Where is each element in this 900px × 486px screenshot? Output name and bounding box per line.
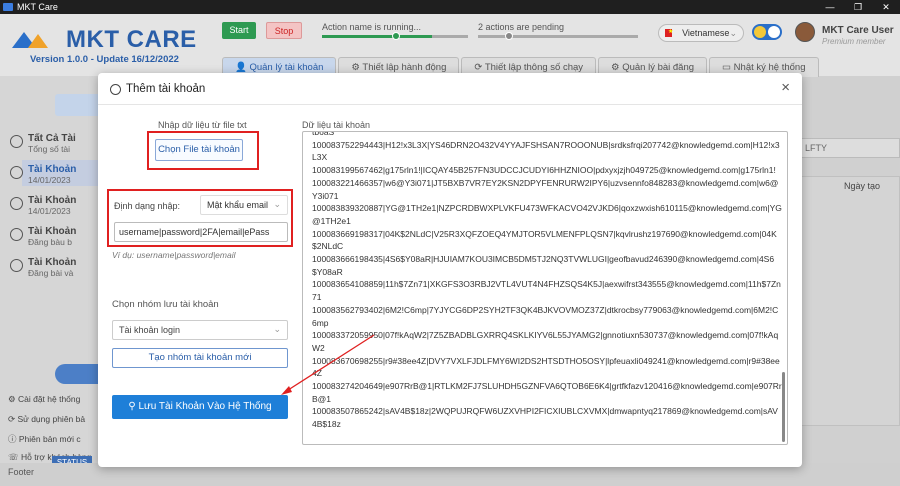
system-settings-link[interactable]: ⚙ Cài đặt hệ thống — [8, 394, 80, 405]
column-created-date: Ngày tạo — [844, 181, 881, 191]
group-select[interactable]: Tài khoản login ⌄ — [112, 320, 288, 340]
user-icon — [10, 135, 23, 148]
theme-toggle[interactable] — [752, 24, 782, 40]
user-circle-icon — [110, 83, 121, 95]
group-label: Chọn nhóm lưu tài khoản — [112, 299, 219, 310]
version-text: Version 1.0.0 - Update 16/12/2022 — [30, 54, 179, 65]
header: MKT CARE Version 1.0.0 - Update 16/12/20… — [0, 14, 900, 77]
format-input[interactable]: username|password|2FA|email|ePass — [114, 222, 288, 242]
avatar[interactable] — [795, 22, 815, 42]
format-select[interactable]: Mật khẩu email ⌄ — [200, 195, 288, 215]
sidebar-action-button[interactable] — [55, 364, 103, 384]
language-label: Vietnamese — [682, 28, 730, 38]
sidebar-item-account-1[interactable]: Tài Khoản 14/01/2023 — [10, 164, 100, 185]
logo-mark-icon — [12, 30, 62, 50]
user-icon — [10, 259, 23, 272]
minimize-icon[interactable]: — — [816, 2, 844, 13]
import-label: Nhập dữ liệu từ file txt — [158, 120, 247, 130]
user-role: Premium member — [822, 37, 886, 46]
create-group-button[interactable]: Tạo nhóm tài khoản mới — [112, 348, 288, 368]
vietnam-flag-icon — [665, 28, 673, 37]
close-window-icon[interactable]: ✕ — [872, 2, 900, 13]
app-icon — [3, 3, 13, 11]
add-account-dialog: Thêm tài khoản × Nhập dữ liệu từ file tx… — [98, 73, 802, 467]
action-progress — [322, 35, 432, 38]
close-icon[interactable]: × — [781, 79, 790, 96]
action-status: Action name is running... — [322, 22, 422, 32]
window-titlebar: MKT Care — ❐ ✕ — [0, 0, 900, 14]
dialog-title: Thêm tài khoản — [110, 83, 205, 95]
maximize-icon[interactable]: ❐ — [844, 2, 872, 13]
format-label: Định dạng nhập: — [114, 201, 181, 211]
scrollbar[interactable] — [782, 372, 785, 442]
chevron-down-icon: ⌄ — [273, 324, 281, 334]
action-progress-knob — [392, 32, 400, 40]
start-button[interactable]: Start — [222, 22, 256, 39]
logo-text: MKT CARE — [66, 26, 197, 53]
data-label: Dữ liệu tài khoản — [302, 120, 371, 130]
save-accounts-button[interactable]: ⚲ Lưu Tài Khoản Vào Hệ Thống — [112, 395, 288, 419]
format-hint: Ví dụ: username|password|email — [112, 250, 236, 260]
stop-button[interactable]: Stop — [266, 22, 302, 39]
choose-file-button[interactable]: Chọn File tài khoản — [155, 139, 243, 161]
account-table-panel: LFTY Ngày tạo — [790, 138, 900, 438]
sidebar-item-all[interactable]: Tất Cả Tài Tổng số tài — [10, 133, 100, 154]
footer-text: Footer — [8, 467, 35, 477]
window-title: MKT Care — [17, 2, 58, 12]
user-icon — [10, 228, 23, 241]
user-name: MKT Care User — [822, 25, 894, 36]
sidebar-item-account-4[interactable]: Tài Khoản Đăng bài và — [10, 257, 100, 278]
sidebar: Tất Cả Tài Tổng số tài Tài Khoản 14/01/2… — [0, 76, 103, 486]
pending-status: 2 actions are pending — [478, 22, 565, 32]
language-select[interactable]: Vietnamese ⌄ — [658, 24, 744, 42]
chevron-down-icon: ⌄ — [729, 27, 737, 38]
add-account-button[interactable] — [55, 94, 103, 116]
sidebar-item-account-2[interactable]: Tài Khoản 14/01/2023 — [10, 195, 100, 216]
version-usage-link[interactable]: ⟳ Sử dụng phiên bả — [8, 414, 85, 425]
filter-select[interactable]: LFTY — [790, 138, 900, 158]
new-version-link[interactable]: ⓘ Phiên bản mới c — [8, 433, 81, 445]
account-data-textarea[interactable]: tb6aS 100083752294443|H12!x3L3X|YS46DRN2… — [302, 131, 788, 445]
user-icon — [10, 166, 23, 179]
user-icon — [10, 197, 23, 210]
account-data-text: tb6aS 100083752294443|H12!x3L3X|YS46DRN2… — [312, 131, 782, 430]
chevron-down-icon: ⌄ — [273, 199, 281, 209]
logo: MKT CARE — [12, 26, 197, 54]
pending-progress — [478, 35, 638, 38]
account-grid — [790, 176, 900, 426]
sidebar-item-account-3[interactable]: Tài Khoản Đăng bàu b — [10, 226, 100, 247]
pending-progress-knob — [505, 32, 513, 40]
